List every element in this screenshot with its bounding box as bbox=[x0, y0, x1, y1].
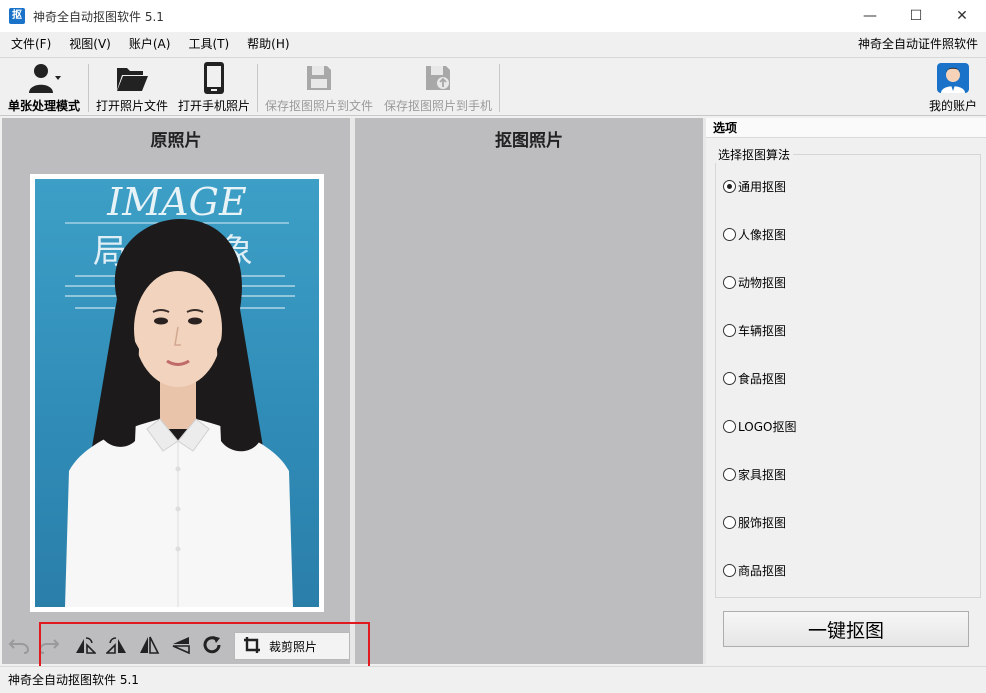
radio-button[interactable] bbox=[723, 372, 736, 385]
radio-button[interactable] bbox=[723, 564, 736, 577]
one-click-cutout-button[interactable]: 一键抠图 bbox=[723, 611, 969, 647]
account-avatar-icon bbox=[936, 61, 970, 95]
status-text: 神奇全自动抠图软件 5.1 bbox=[8, 673, 139, 687]
photo-headline: IMAGE bbox=[106, 180, 247, 224]
radio-button[interactable] bbox=[723, 180, 736, 193]
close-icon: ✕ bbox=[956, 8, 968, 24]
folder-icon bbox=[115, 61, 149, 95]
photo-frame: IMAGE 局部印象 bbox=[30, 174, 324, 612]
my-account-button[interactable]: 我的账户 bbox=[926, 61, 980, 115]
save-to-phone-label: 保存抠图照片到手机 bbox=[383, 99, 492, 113]
radio-button[interactable] bbox=[723, 324, 736, 337]
menu-bar: 文件(F) 视图(V) 账户(A) 工具(T) 帮助(H) 神奇全自动证件照软件 bbox=[0, 32, 986, 56]
algo-logo-label: LOGO抠图 bbox=[738, 420, 797, 434]
window-title: 神奇全自动抠图软件 5.1 bbox=[33, 9, 164, 24]
user-icon bbox=[26, 61, 62, 95]
maximize-button[interactable]: ☐ bbox=[893, 0, 939, 32]
undo-icon[interactable] bbox=[6, 632, 32, 658]
main-toolbar: 单张处理模式 打开照片文件 打开手机照片 保存抠图照片到文件 保存抠图照片到手机… bbox=[0, 57, 986, 116]
algo-clothing-label: 服饰抠图 bbox=[738, 516, 787, 530]
menu-account[interactable]: 账户(A) bbox=[118, 32, 178, 56]
minimize-icon: — bbox=[863, 8, 877, 24]
single-mode-button[interactable]: 单张处理模式 bbox=[6, 61, 82, 115]
portrait-photo[interactable]: IMAGE 局部印象 bbox=[35, 179, 319, 607]
algo-product[interactable]: 商品抠图 bbox=[723, 562, 786, 579]
highlight-box bbox=[39, 622, 370, 672]
algo-animal-label: 动物抠图 bbox=[738, 276, 787, 290]
cutout-photo-title: 抠图照片 bbox=[495, 131, 563, 151]
algo-food[interactable]: 食品抠图 bbox=[723, 370, 786, 387]
menu-view[interactable]: 视图(V) bbox=[58, 32, 118, 56]
radio-button[interactable] bbox=[723, 468, 736, 481]
algo-portrait-label: 人像抠图 bbox=[738, 228, 787, 242]
menu-tools[interactable]: 工具(T) bbox=[177, 32, 236, 56]
cutout-photo-panel: 抠图照片 bbox=[355, 118, 703, 664]
maximize-icon: ☐ bbox=[909, 8, 923, 24]
open-file-label: 打开照片文件 bbox=[95, 99, 168, 113]
save-to-file-label: 保存抠图照片到文件 bbox=[264, 99, 373, 113]
algo-animal[interactable]: 动物抠图 bbox=[723, 274, 786, 291]
save-to-phone-button[interactable]: 保存抠图照片到手机 bbox=[381, 61, 495, 115]
algo-food-label: 食品抠图 bbox=[738, 372, 787, 386]
toolbar-divider bbox=[257, 64, 258, 112]
radio-button[interactable] bbox=[723, 516, 736, 529]
phone-icon bbox=[202, 61, 226, 95]
menu-help[interactable]: 帮助(H) bbox=[236, 32, 296, 56]
menu-file[interactable]: 文件(F) bbox=[0, 32, 58, 56]
algo-product-label: 商品抠图 bbox=[738, 564, 787, 578]
algorithm-group-title: 选择抠图算法 bbox=[715, 146, 794, 163]
algo-logo[interactable]: LOGO抠图 bbox=[723, 418, 796, 435]
minimize-button[interactable]: — bbox=[847, 0, 893, 32]
radio-button[interactable] bbox=[723, 228, 736, 241]
save-to-phone-icon bbox=[423, 61, 453, 95]
status-bar: 神奇全自动抠图软件 5.1 bbox=[0, 666, 986, 693]
algo-portrait[interactable]: 人像抠图 bbox=[723, 226, 786, 243]
title-bar: 抠 神奇全自动抠图软件 5.1 — ☐ ✕ bbox=[0, 0, 986, 32]
algo-vehicle[interactable]: 车辆抠图 bbox=[723, 322, 786, 339]
open-file-button[interactable]: 打开照片文件 bbox=[94, 61, 170, 115]
original-photo-panel: 原照片 IMAGE 局部印象 bbox=[2, 118, 350, 664]
algo-furniture[interactable]: 家具抠图 bbox=[723, 466, 786, 483]
options-panel: 选项 选择抠图算法 通用抠图 人像抠图 动物抠图 车辆抠图 食品抠图 LOGO抠… bbox=[706, 118, 986, 664]
save-to-file-button[interactable]: 保存抠图照片到文件 bbox=[263, 61, 375, 115]
close-button[interactable]: ✕ bbox=[939, 0, 985, 32]
id-photo-software-link[interactable]: 神奇全自动证件照软件 bbox=[858, 32, 978, 56]
open-phone-button[interactable]: 打开手机照片 bbox=[176, 61, 252, 115]
save-icon bbox=[304, 61, 334, 95]
single-mode-label: 单张处理模式 bbox=[7, 99, 80, 113]
radio-button[interactable] bbox=[723, 276, 736, 289]
open-phone-label: 打开手机照片 bbox=[177, 99, 250, 113]
original-photo-title: 原照片 bbox=[150, 131, 202, 151]
algo-general-label: 通用抠图 bbox=[738, 180, 787, 194]
algo-general[interactable]: 通用抠图 bbox=[723, 178, 786, 195]
toolbar-divider bbox=[499, 64, 500, 112]
toolbar-divider bbox=[88, 64, 89, 112]
options-header: 选项 bbox=[706, 118, 986, 138]
app-icon: 抠 bbox=[9, 8, 25, 24]
my-account-label: 我的账户 bbox=[928, 99, 977, 113]
algo-furniture-label: 家具抠图 bbox=[738, 468, 787, 482]
algo-clothing[interactable]: 服饰抠图 bbox=[723, 514, 786, 531]
algo-vehicle-label: 车辆抠图 bbox=[738, 324, 787, 338]
radio-button[interactable] bbox=[723, 420, 736, 433]
